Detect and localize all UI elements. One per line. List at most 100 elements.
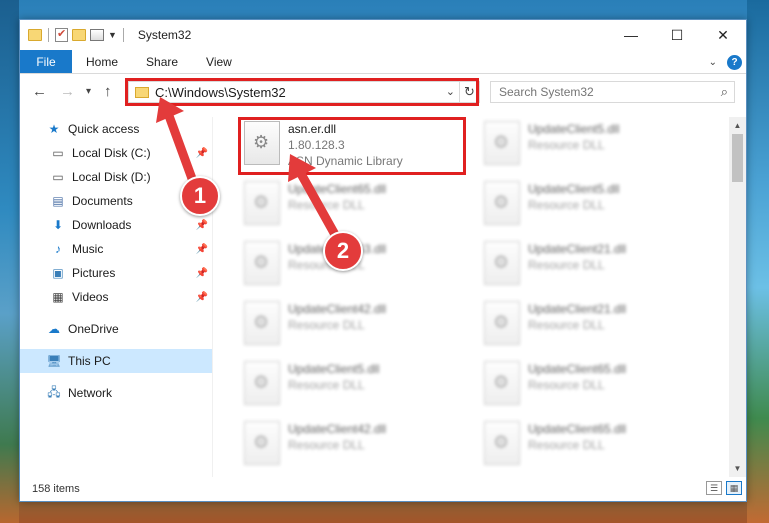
- expand-ribbon-icon[interactable]: ⌄: [709, 57, 717, 68]
- nav-label: OneDrive: [68, 322, 119, 336]
- nav-videos[interactable]: ▦ Videos 📌: [20, 285, 212, 309]
- pin-icon: 📌: [195, 219, 208, 231]
- scroll-thumb[interactable]: [732, 134, 743, 182]
- new-folder-icon[interactable]: [72, 29, 86, 41]
- drive-icon: ▭: [52, 170, 64, 184]
- file-type: Resource DLL: [528, 438, 605, 452]
- qat-dropdown-icon[interactable]: ▼: [108, 30, 117, 40]
- file-name: UpdateClient21.dll: [528, 302, 627, 316]
- list-item[interactable]: UpdateClient21.dll Resource DLL: [480, 297, 705, 353]
- minimize-button[interactable]: —: [608, 20, 654, 50]
- dll-file-icon: [244, 421, 280, 465]
- dll-file-icon: [484, 421, 520, 465]
- view-toggle: ☰ ▦: [706, 481, 742, 495]
- up-arrow-icon[interactable]: ↑: [104, 83, 112, 100]
- file-type: Resource DLL: [288, 378, 365, 392]
- properties-check-icon[interactable]: [55, 27, 68, 42]
- search-input[interactable]: [499, 85, 699, 99]
- file-name: UpdateClient5.dll: [528, 122, 620, 136]
- list-item[interactable]: UpdateClient21.dll Resource DLL: [480, 237, 705, 293]
- toolbar-divider: [48, 28, 49, 42]
- file-name: UpdateClient5.dll: [288, 362, 380, 376]
- nav-label: Network: [68, 386, 113, 400]
- list-item[interactable]: UpdateClient42.dll Resource DLL: [240, 297, 465, 353]
- forward-arrow-icon[interactable]: →: [60, 83, 75, 100]
- nav-label: Music: [72, 242, 104, 256]
- tab-home[interactable]: Home: [72, 50, 132, 73]
- nav-onedrive[interactable]: ☁ OneDrive: [20, 317, 212, 341]
- help-icon[interactable]: ?: [727, 54, 742, 70]
- documents-icon: ▤: [52, 194, 64, 208]
- step-badge-2: 2: [323, 231, 363, 271]
- tab-share[interactable]: Share: [132, 50, 192, 73]
- nav-this-pc[interactable]: 🖥 This PC: [20, 349, 212, 373]
- videos-icon: ▦: [52, 290, 64, 304]
- window-title: System32: [137, 28, 192, 42]
- search-icon[interactable]: ⌕: [721, 84, 728, 100]
- ribbon-right-controls: ⌄ ?: [709, 50, 742, 74]
- nav-music[interactable]: ♪ Music 📌: [20, 237, 212, 261]
- file-type: Resource DLL: [528, 258, 605, 272]
- desktop-background-left: [0, 0, 19, 523]
- nav-pictures[interactable]: ▣ Pictures 📌: [20, 261, 212, 285]
- details-view-icon[interactable]: ☰: [706, 481, 722, 495]
- file-name: UpdateClient5.dll: [528, 182, 620, 196]
- file-name: UpdateClient65.dll: [528, 422, 627, 436]
- list-item[interactable]: UpdateClient5.dll Resource DLL: [480, 117, 705, 173]
- dll-file-icon: [484, 301, 520, 345]
- list-item[interactable]: UpdateClient42.dll Resource DLL: [240, 417, 465, 473]
- quick-access-toolbar: ▼: [20, 27, 126, 42]
- file-name: UpdateClient65.dll: [528, 362, 627, 376]
- file-name: UpdateClient42.dll: [288, 302, 387, 316]
- list-item[interactable]: UpdateClient5.dll Resource DLL: [480, 177, 705, 233]
- status-bar: 158 items ☰ ▦: [20, 477, 746, 501]
- dll-file-icon: [484, 361, 520, 405]
- close-button[interactable]: ✕: [700, 20, 746, 50]
- maximize-button[interactable]: ☐: [654, 20, 700, 50]
- file-type: Resource DLL: [528, 378, 605, 392]
- nav-downloads[interactable]: ⬇ Downloads 📌: [20, 213, 212, 237]
- scroll-up-icon[interactable]: ▲: [729, 117, 746, 134]
- pictures-icon: ▣: [52, 266, 64, 280]
- step-badge-1: 1: [180, 176, 220, 216]
- music-icon: ♪: [55, 242, 61, 256]
- nav-label: Local Disk (D:): [72, 170, 151, 184]
- nav-label: Quick access: [68, 122, 140, 136]
- nav-label: Pictures: [72, 266, 116, 280]
- scroll-down-icon[interactable]: ▼: [729, 460, 746, 477]
- network-icon: 🖧: [47, 384, 61, 399]
- nav-label: Local Disk (C:): [72, 146, 151, 160]
- back-arrow-icon[interactable]: ←: [32, 83, 47, 100]
- list-item[interactable]: UpdateClient5.dll Resource DLL: [240, 357, 465, 413]
- file-type: Resource DLL: [288, 438, 365, 452]
- file-type: Resource DLL: [528, 318, 605, 332]
- nav-network[interactable]: 🖧 Network: [20, 381, 212, 405]
- toolbar-divider: [122, 28, 124, 42]
- vertical-scrollbar[interactable]: ▲ ▼: [729, 117, 746, 477]
- list-item[interactable]: UpdateClient65.dll Resource DLL: [480, 357, 705, 413]
- computer-icon: 🖥: [46, 354, 62, 368]
- file-name: UpdateClient21.dll: [528, 242, 627, 256]
- tab-view[interactable]: View: [192, 50, 246, 73]
- tiles-view-icon[interactable]: ▦: [726, 481, 742, 495]
- list-item[interactable]: UpdateClient65.dll Resource DLL: [480, 417, 705, 473]
- dll-file-icon: [244, 301, 280, 345]
- nav-label: This PC: [68, 354, 111, 368]
- file-explorer-window: ▼ System32 — ☐ ✕ File Home Share View ⌄ …: [19, 19, 747, 502]
- dll-file-icon: [484, 241, 520, 285]
- dll-file-icon: [244, 241, 280, 285]
- downloads-icon: ⬇: [52, 218, 64, 232]
- file-type: Resource DLL: [288, 318, 365, 332]
- dll-file-icon: [244, 361, 280, 405]
- customize-view-icon[interactable]: [90, 29, 104, 41]
- drive-icon: ▭: [52, 146, 64, 160]
- dll-file-icon: [484, 181, 520, 225]
- tab-file[interactable]: File: [20, 50, 72, 73]
- desktop-background-right: [747, 0, 769, 523]
- dll-file-icon: [484, 121, 520, 165]
- recent-locations-icon[interactable]: ▾: [86, 86, 91, 97]
- title-bar: ▼ System32 — ☐ ✕: [20, 20, 746, 50]
- navigation-bar: ← → ▾ ↑ C:\Windows\System32 ⌄ ↻ ⌕: [20, 75, 746, 109]
- nav-label: Documents: [72, 194, 133, 208]
- search-box[interactable]: ⌕: [490, 81, 735, 103]
